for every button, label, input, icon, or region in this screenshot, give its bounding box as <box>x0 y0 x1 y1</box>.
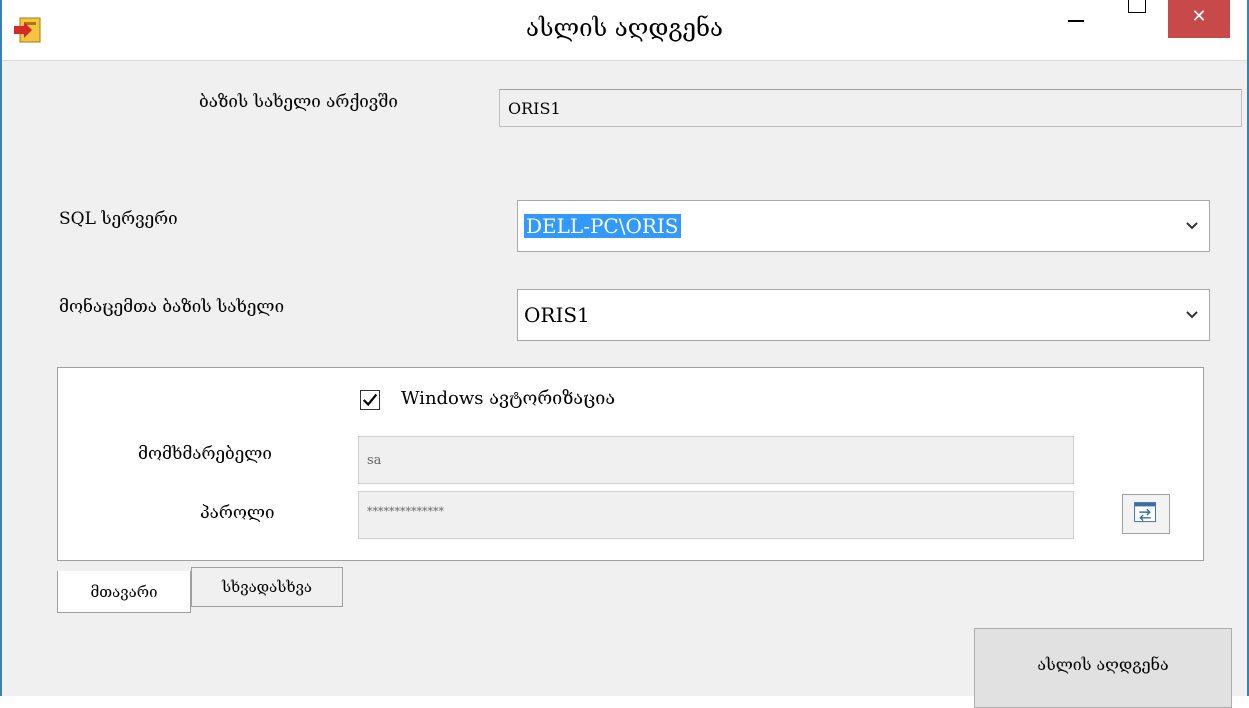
minimize-button[interactable] <box>1064 14 1088 26</box>
user-label: მომხმარებელი <box>138 444 272 464</box>
database-value: ORIS1 <box>524 303 590 327</box>
database-label: მონაცემთა ბაზის სახელი <box>59 297 285 317</box>
title-bar[interactable]: ასლის აღდგენა ✕ <box>2 0 1247 61</box>
restore-dialog: ასლის აღდგენა ✕ ბაზის სახელი არქივში ORI… <box>0 0 1249 708</box>
user-input[interactable]: sa <box>358 436 1074 484</box>
windows-auth-checkbox[interactable] <box>360 390 380 410</box>
archive-db-value: ORIS1 <box>508 99 561 118</box>
password-input[interactable]: ************** <box>358 491 1074 539</box>
user-value: sa <box>367 453 382 468</box>
password-label: პაროლი <box>200 503 275 523</box>
auth-panel: Windows ავტორიზაცია მომხმარებელი sa პარო… <box>57 367 1204 561</box>
password-value: ************** <box>367 505 444 518</box>
tab-main[interactable]: მთავარი <box>57 571 191 613</box>
chevron-down-icon[interactable] <box>1185 220 1199 232</box>
archive-db-label: ბაზის სახელი არქივში <box>199 92 398 112</box>
sql-server-value: DELL-PC\ORIS <box>524 214 681 238</box>
sql-server-label: SQL სერვერი <box>59 209 178 229</box>
refresh-button[interactable] <box>1122 494 1170 534</box>
checkmark-icon <box>362 393 378 407</box>
restore-button[interactable]: ასლის აღდგენა <box>974 628 1232 708</box>
tab-misc[interactable]: სხვადასხვა <box>191 567 343 607</box>
refresh-icon <box>1134 502 1156 523</box>
windows-auth-label: Windows ავტორიზაცია <box>401 388 616 409</box>
window-title: ასლის აღდგენა <box>526 14 723 42</box>
database-combo[interactable]: ORIS1 <box>517 289 1210 341</box>
maximize-button[interactable] <box>1118 0 1158 24</box>
chevron-down-icon[interactable] <box>1185 309 1199 321</box>
close-button[interactable]: ✕ <box>1168 0 1230 38</box>
sql-server-combo[interactable]: DELL-PC\ORIS <box>517 200 1210 252</box>
archive-db-field: ORIS1 <box>499 89 1242 127</box>
